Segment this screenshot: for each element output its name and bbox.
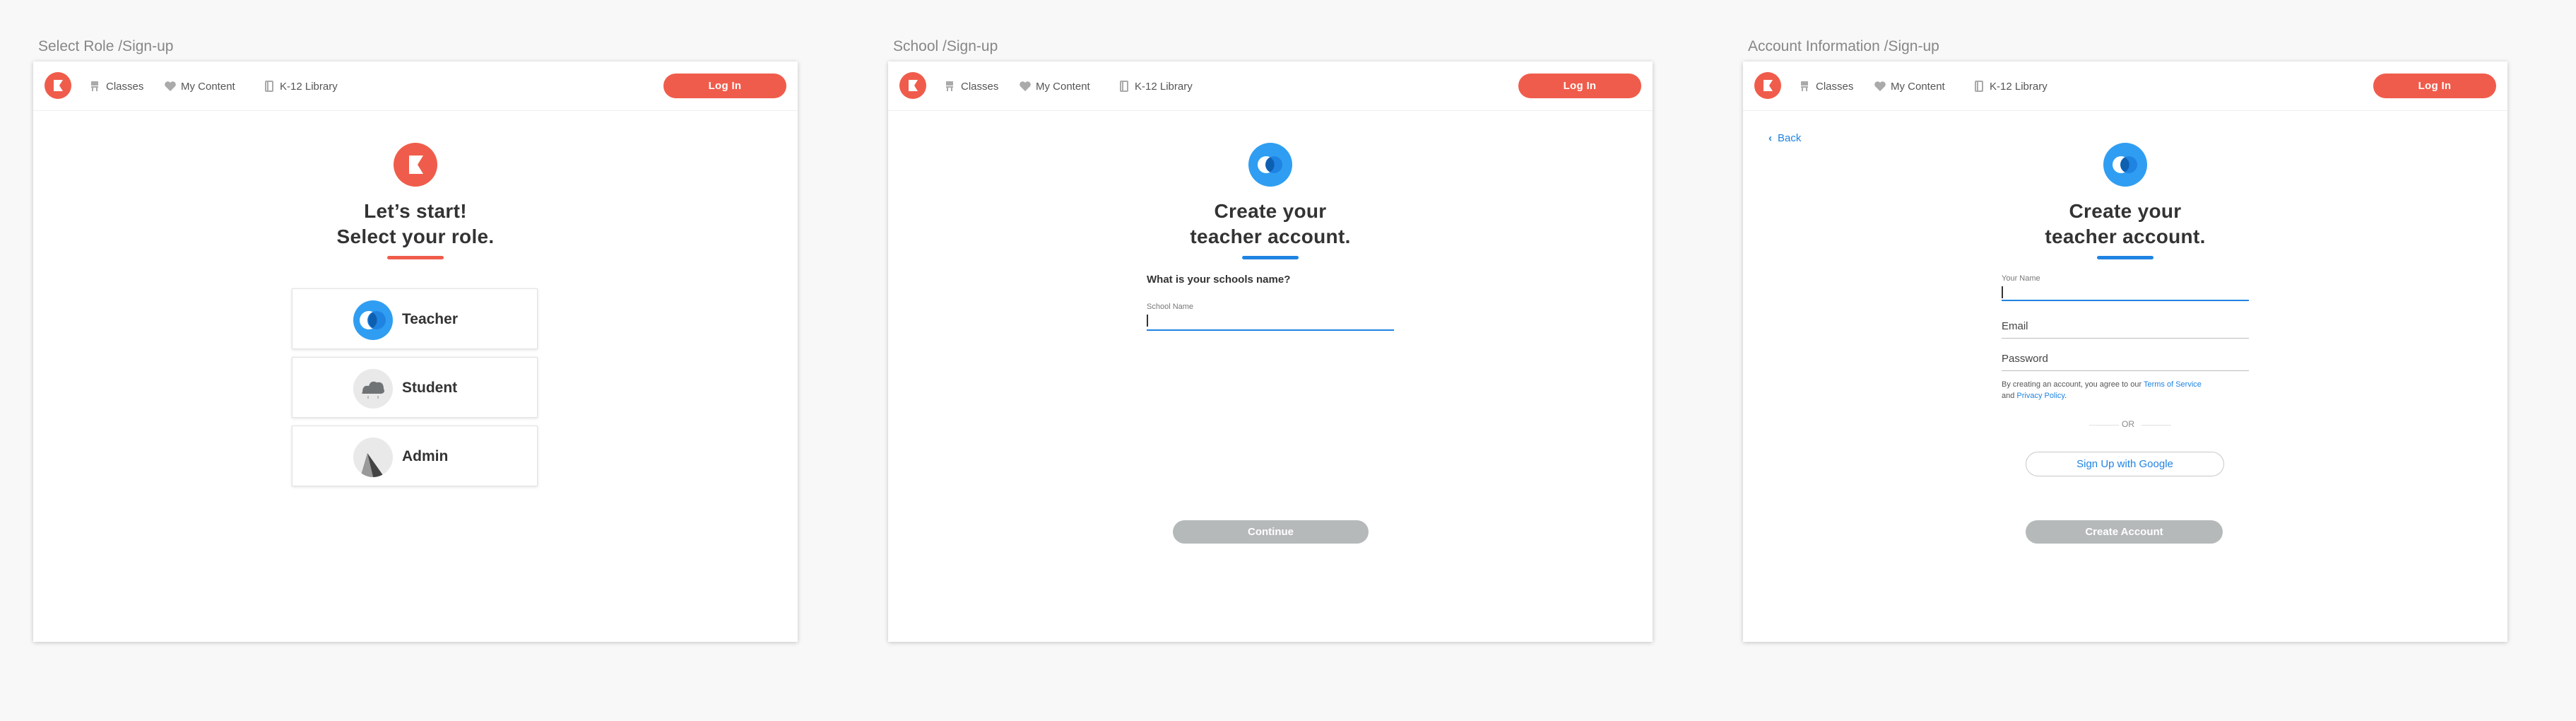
school-name-input[interactable] xyxy=(1147,312,1394,333)
title-line-2: teacher account. xyxy=(1190,225,1351,247)
kahoot-logo-icon xyxy=(394,143,437,187)
your-name-label: Your Name xyxy=(2002,274,2040,283)
artboard-account: Classes My Content K-12 Library Log In ‹… xyxy=(1743,61,2507,642)
nav-library[interactable]: K-12 Library xyxy=(1118,77,1193,95)
navbar: Classes My Content K-12 Library Log In xyxy=(1743,61,2507,111)
nav-library[interactable]: K-12 Library xyxy=(263,77,338,95)
or-text: OR xyxy=(2122,419,2134,429)
title-line-1: Create your xyxy=(2069,200,2182,222)
school-question: What is your schools name? xyxy=(1147,274,1291,286)
nav-library[interactable]: K-12 Library xyxy=(1973,77,2048,95)
nav-my-content-label: My Content xyxy=(181,80,235,93)
nav-classes-label: Classes xyxy=(961,80,999,93)
heart-icon xyxy=(1874,80,1886,93)
teacher-logo-icon xyxy=(2103,143,2147,187)
password-placeholder: Password xyxy=(2002,353,2048,365)
title-underline xyxy=(2097,256,2153,259)
terms-prefix: By creating an account, you agree to our xyxy=(2002,380,2144,389)
nav-library-label: K-12 Library xyxy=(280,80,338,93)
title-underline xyxy=(1242,256,1299,259)
book-icon xyxy=(1973,80,1985,93)
your-name-underline xyxy=(2002,300,2249,301)
title-underline xyxy=(387,256,444,259)
nav-classes[interactable]: Classes xyxy=(89,77,143,95)
privacy-policy-link[interactable]: Privacy Policy xyxy=(2016,392,2064,400)
role-label: Student xyxy=(402,380,458,396)
nav-library-label: K-12 Library xyxy=(1135,80,1193,93)
nav-classes[interactable]: Classes xyxy=(1799,77,1853,95)
kahoot-logo-icon[interactable] xyxy=(45,72,71,99)
role-card-admin[interactable]: Admin xyxy=(292,426,538,486)
your-name-input[interactable] xyxy=(2002,283,2249,305)
terms-text: By creating an account, you agree to our… xyxy=(2002,379,2256,401)
classroom-icon xyxy=(1799,80,1812,93)
text-cursor xyxy=(2002,286,2003,298)
login-button[interactable]: Log In xyxy=(2373,74,2496,98)
role-label: Teacher xyxy=(402,311,458,327)
nav-classes[interactable]: Classes xyxy=(944,77,998,95)
artboard-select-role: Classes My Content K-12 Library Log In L… xyxy=(33,61,798,642)
terms-and: and xyxy=(2002,392,2017,400)
email-placeholder: Email xyxy=(2002,320,2028,332)
kahoot-logo-icon[interactable] xyxy=(899,72,926,99)
divider-left xyxy=(2089,425,2119,426)
navbar: Classes My Content K-12 Library Log In xyxy=(888,61,1653,111)
nav-my-content[interactable]: My Content xyxy=(1019,77,1090,95)
password-field[interactable]: Password xyxy=(2002,351,2249,373)
nav-library-label: K-12 Library xyxy=(1990,80,2048,93)
admin-avatar-icon xyxy=(353,438,393,477)
nav-my-content[interactable]: My Content xyxy=(1874,77,1945,95)
nav-classes-label: Classes xyxy=(1816,80,1854,93)
teacher-logo-icon xyxy=(1248,143,1292,187)
nav-classes-label: Classes xyxy=(106,80,144,93)
teacher-avatar-icon xyxy=(353,300,393,340)
title-line-2: Select your role. xyxy=(336,225,495,247)
terms-suffix: . xyxy=(2064,392,2067,400)
back-label: Back xyxy=(1778,132,1802,144)
continue-button[interactable]: Continue xyxy=(1173,520,1369,544)
page-title: Create your teacher account. xyxy=(1743,199,2507,250)
google-signup-button[interactable]: Sign Up with Google xyxy=(2026,452,2224,476)
classroom-icon xyxy=(944,80,957,93)
login-button[interactable]: Log In xyxy=(1518,74,1641,98)
back-link[interactable]: ‹ Back xyxy=(1768,132,1801,144)
email-field[interactable]: Email xyxy=(2002,318,2249,341)
navbar: Classes My Content K-12 Library Log In xyxy=(33,61,798,111)
title-line-1: Create your xyxy=(1214,200,1327,222)
email-underline xyxy=(2002,338,2249,339)
chevron-left-icon: ‹ xyxy=(1768,132,1772,144)
role-card-student[interactable]: Student xyxy=(292,357,538,418)
nav-my-content-label: My Content xyxy=(1891,80,1945,93)
page-title: Let’s start! Select your role. xyxy=(33,199,798,250)
password-underline xyxy=(2002,370,2249,371)
nav-my-content[interactable]: My Content xyxy=(164,77,235,95)
book-icon xyxy=(1118,80,1130,93)
kahoot-logo-icon[interactable] xyxy=(1754,72,1781,99)
title-line-1: Let’s start! xyxy=(364,200,467,222)
school-name-label: School Name xyxy=(1147,303,1194,311)
artboard-title-role: Select Role /Sign-up xyxy=(38,38,174,54)
terms-of-service-link[interactable]: Terms of Service xyxy=(2144,380,2202,389)
title-line-2: teacher account. xyxy=(2045,225,2206,247)
role-card-teacher[interactable]: Teacher xyxy=(292,288,538,349)
text-cursor xyxy=(1147,315,1148,327)
login-button[interactable]: Log In xyxy=(663,74,786,98)
artboard-title-school: School /Sign-up xyxy=(893,38,998,54)
page-title: Create your teacher account. xyxy=(888,199,1653,250)
student-avatar-icon xyxy=(353,369,393,409)
divider-right xyxy=(2141,425,2171,426)
heart-icon xyxy=(1019,80,1032,93)
classroom-icon xyxy=(89,80,102,93)
create-account-button[interactable]: Create Account xyxy=(2026,520,2223,544)
nav-my-content-label: My Content xyxy=(1036,80,1090,93)
heart-icon xyxy=(164,80,177,93)
artboard-title-account: Account Information /Sign-up xyxy=(1748,38,1939,54)
artboard-school: Classes My Content K-12 Library Log In C… xyxy=(888,61,1653,642)
role-label: Admin xyxy=(402,448,449,464)
school-name-underline xyxy=(1147,329,1394,331)
book-icon xyxy=(263,80,276,93)
